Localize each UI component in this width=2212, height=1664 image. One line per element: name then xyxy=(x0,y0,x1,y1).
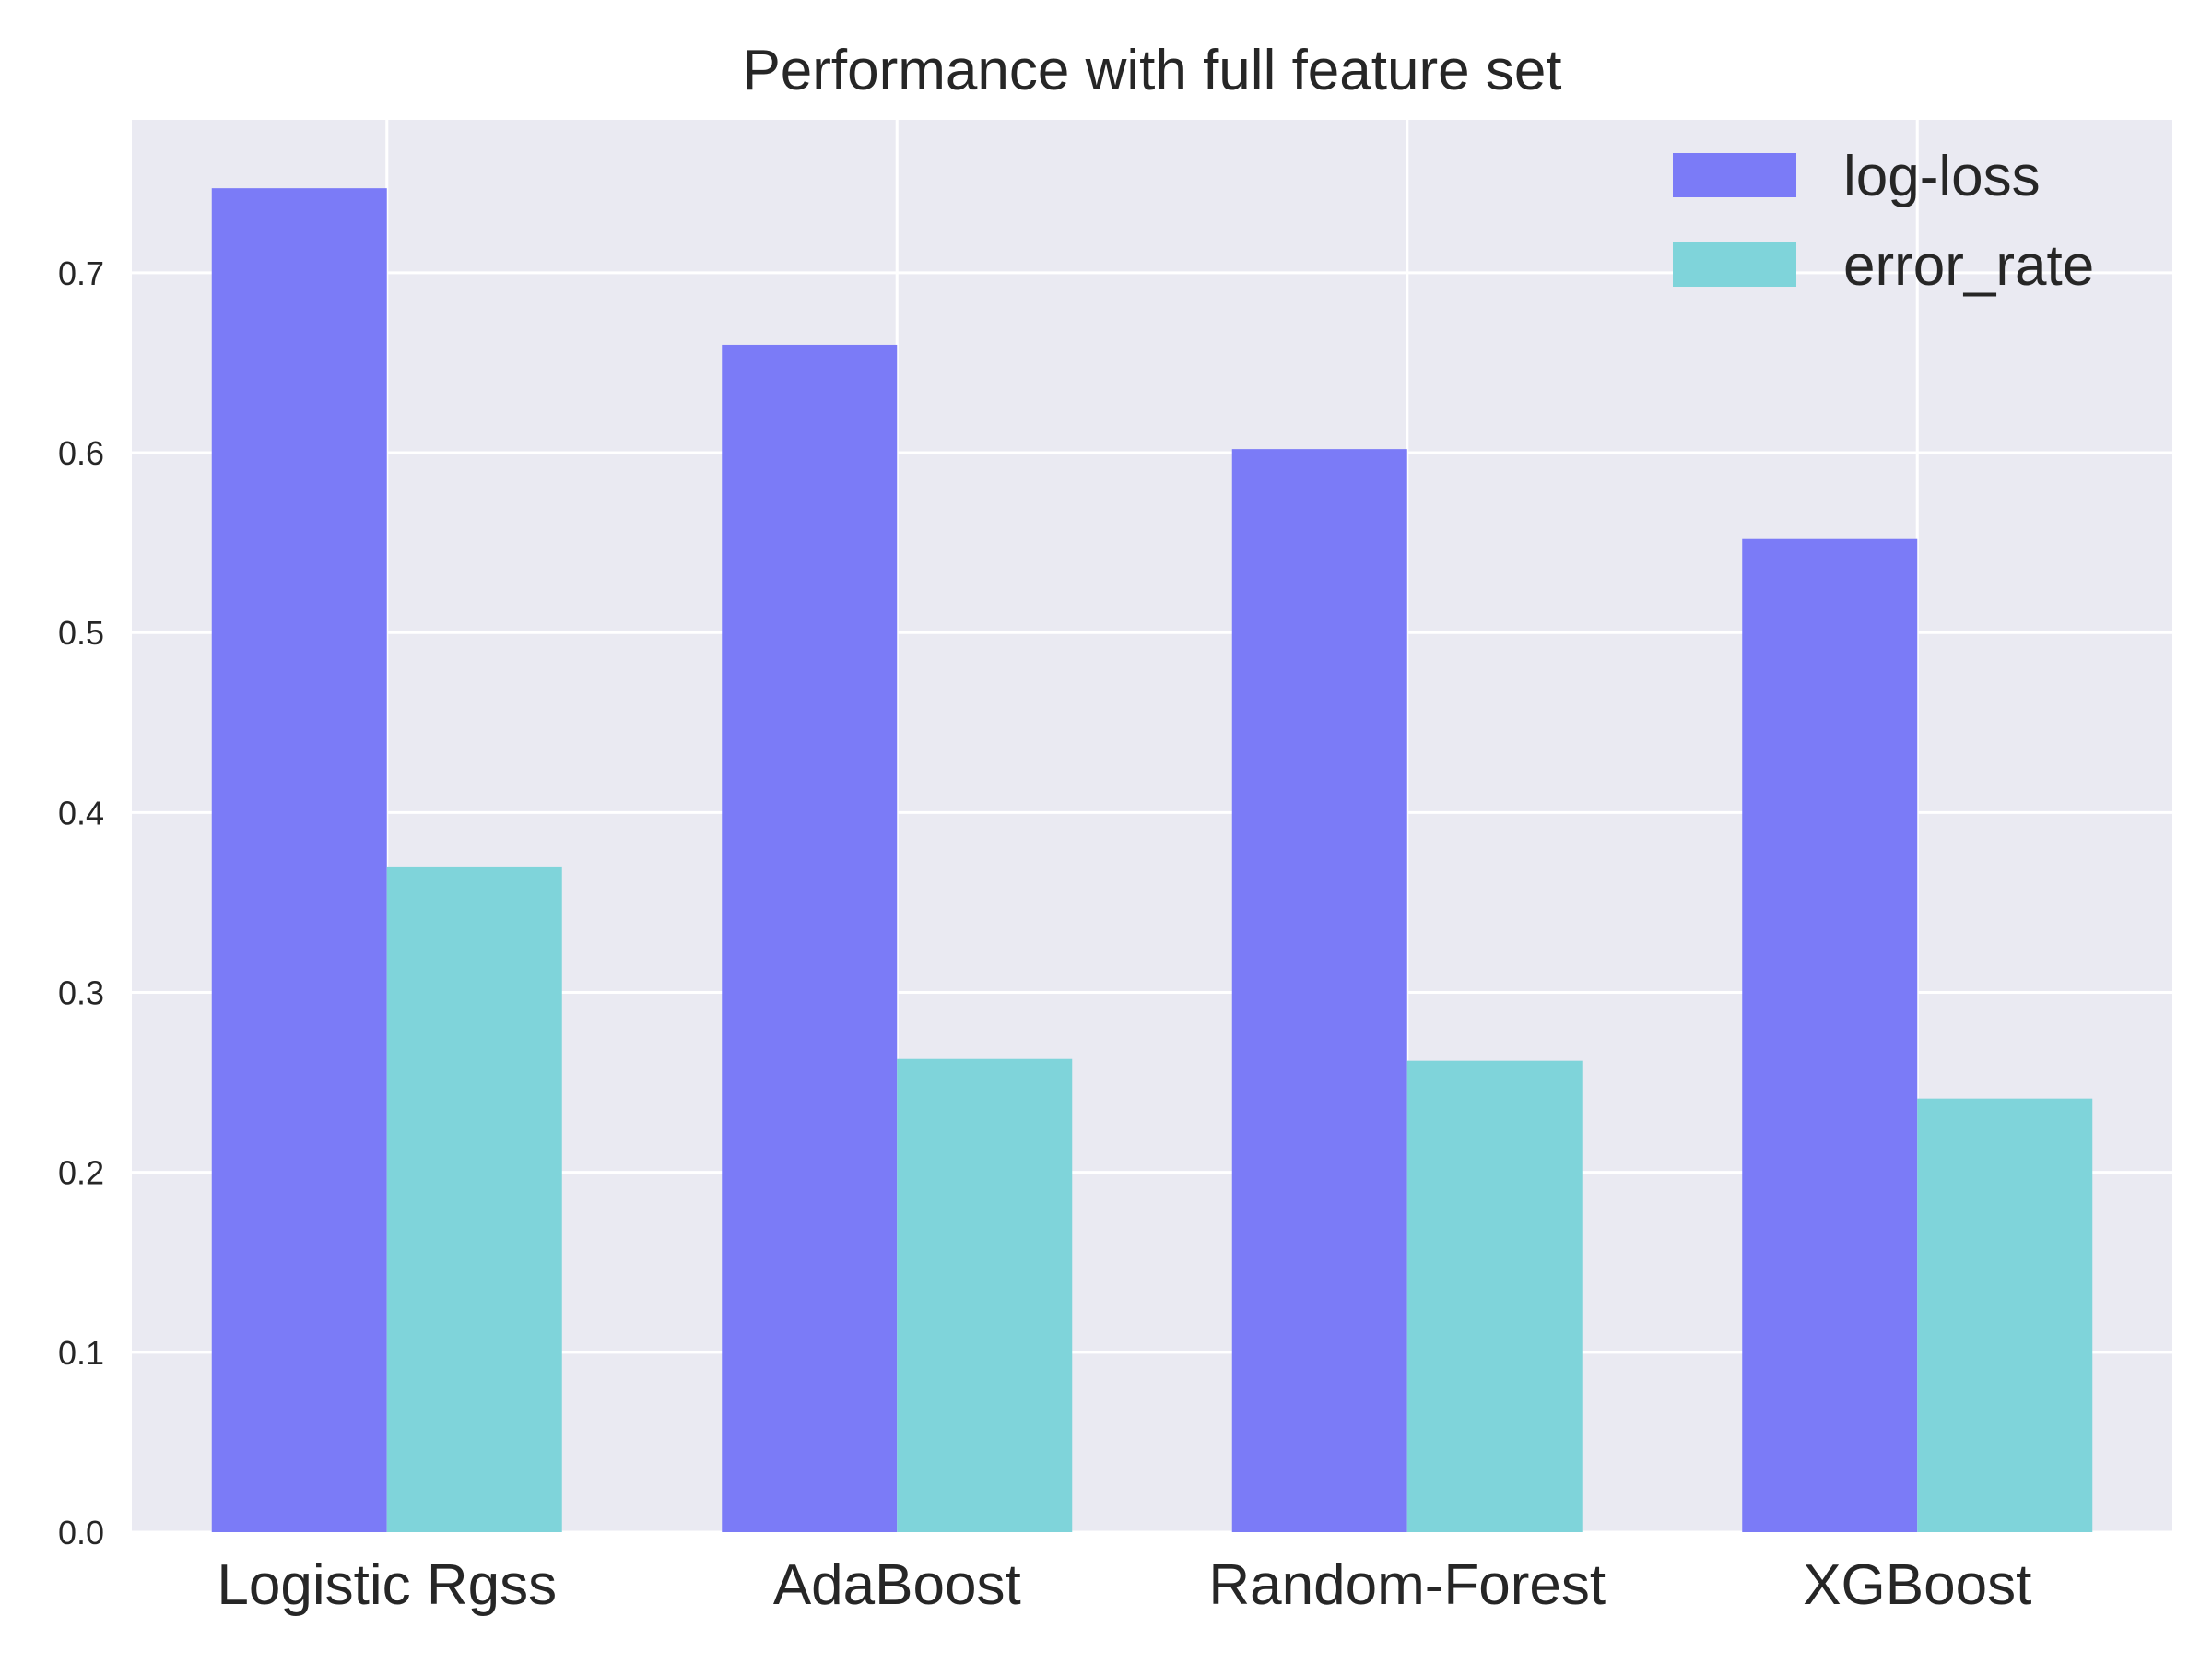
bar-error-rate-2 xyxy=(897,1058,1073,1532)
bar-log-loss-3 xyxy=(1231,449,1407,1533)
bar-chart: 0.0 0.1 0.2 0.3 0.4 0.5 0.6 0.7 Logistic Rgss Ad… xyxy=(58,39,2172,1617)
y-tick-label: 0.1 xyxy=(58,1334,104,1372)
legend-label-error-rate: error_rate xyxy=(1843,234,2094,298)
bar-log-loss-1 xyxy=(211,188,387,1532)
legend-swatch-log-loss xyxy=(1673,153,1796,197)
x-tick-label: XGBoost xyxy=(1803,1553,2031,1617)
y-tick-label: 0.6 xyxy=(58,434,104,472)
y-tick-label: 0.2 xyxy=(58,1154,104,1192)
bar-error-rate-4 xyxy=(1917,1098,2093,1532)
legend-label-log-loss: log-loss xyxy=(1843,145,2041,208)
x-tick-label: Logistic Rgss xyxy=(217,1553,557,1617)
x-tick-label: AdaBoost xyxy=(773,1553,1021,1617)
y-tick-label: 0.0 xyxy=(58,1514,104,1552)
chart-container: 0.0 0.1 0.2 0.3 0.4 0.5 0.6 0.7 Logistic Rgss Ad… xyxy=(0,0,2212,1659)
legend-swatch-error-rate xyxy=(1673,242,1796,287)
y-tick-label: 0.3 xyxy=(58,974,104,1012)
y-tick-label: 0.7 xyxy=(58,254,104,292)
bar-error-rate-3 xyxy=(1406,1060,1583,1532)
chart-title: Performance with full feature set xyxy=(742,39,1561,102)
x-axis-ticks: Logistic Rgss AdaBoost Random-Forest XGBoos… xyxy=(217,1553,2031,1617)
bar-log-loss-4 xyxy=(1742,538,1918,1533)
bar-error-rate-1 xyxy=(386,866,562,1532)
bar-log-loss-2 xyxy=(722,344,898,1533)
y-tick-label: 0.5 xyxy=(58,614,104,652)
x-tick-label: Random-Forest xyxy=(1208,1553,1606,1617)
y-axis-ticks: 0.0 0.1 0.2 0.3 0.4 0.5 0.6 0.7 xyxy=(58,254,104,1552)
y-tick-label: 0.4 xyxy=(58,794,104,832)
